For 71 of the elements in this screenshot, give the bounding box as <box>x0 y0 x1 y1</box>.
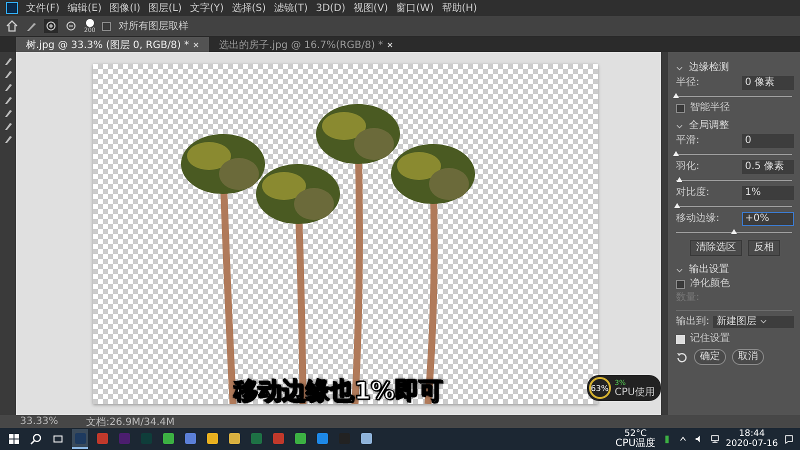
zoom-level-text: 33.33% <box>20 416 58 427</box>
menu-item[interactable]: 编辑(E) <box>68 1 102 15</box>
caret-icon <box>760 319 767 324</box>
sample-all-layers-label: 对所有图层取样 <box>118 20 188 33</box>
slider-thumb[interactable] <box>673 93 679 98</box>
caret-icon[interactable] <box>678 434 688 444</box>
clock-time: 18:44 <box>738 429 765 439</box>
menu-item[interactable]: 选择(S) <box>232 1 266 15</box>
slider-label: 羽化: <box>676 161 700 173</box>
slider-thumb[interactable] <box>676 177 682 182</box>
search-icon[interactable] <box>30 433 42 445</box>
cpu-usage-reading: 63% <box>588 377 611 399</box>
temperature-text: 52°C <box>624 429 647 439</box>
notification-icon[interactable] <box>784 434 794 444</box>
menu-item[interactable]: 图层(L) <box>148 1 182 15</box>
windows-start-icon[interactable] <box>8 433 20 445</box>
panel-button[interactable]: 反相 <box>748 240 780 256</box>
task-view-icon[interactable] <box>52 433 64 445</box>
checkbox-label: 净化颜色 <box>690 278 730 290</box>
close-icon[interactable] <box>193 42 200 48</box>
clock-date: 2020-07-16 <box>726 439 778 449</box>
panel-button[interactable]: 清除选区 <box>690 240 742 256</box>
menu-item[interactable]: 3D(D) <box>316 2 346 14</box>
dialog-button[interactable]: 取消 <box>732 349 764 365</box>
network-icon[interactable] <box>710 434 720 444</box>
value-field[interactable]: 1% <box>742 186 794 200</box>
section-title: 输出设置 <box>689 264 729 276</box>
temperature-label: CPU温度 <box>615 439 656 449</box>
output-dropdown[interactable]: 新建图层 <box>713 316 794 328</box>
section-title: 全局调整 <box>689 120 729 132</box>
value-field[interactable]: 0.5 像素 <box>742 160 794 174</box>
checkbox[interactable] <box>676 280 685 288</box>
dialog-button[interactable]: 确定 <box>694 349 726 365</box>
brush-icon[interactable] <box>25 20 37 32</box>
value-field[interactable]: +0% <box>742 212 794 226</box>
slider-label: 对比度: <box>676 187 710 199</box>
chevron-icon[interactable] <box>676 66 683 70</box>
section-title: 边缘检测 <box>689 62 729 74</box>
menu-item[interactable]: 视图(V) <box>353 1 388 15</box>
document-size-text: 文档:26.9M/34.4M <box>86 416 175 428</box>
value-field[interactable]: 0 像素 <box>742 76 794 90</box>
subtract-brush-icon[interactable] <box>65 20 77 32</box>
menu-item[interactable]: 图像(I) <box>110 1 140 15</box>
slider-label: 半径: <box>676 77 700 89</box>
menu-item[interactable]: 文件(F) <box>26 1 60 15</box>
slider-thumb[interactable] <box>731 229 737 234</box>
home-icon[interactable] <box>6 20 18 32</box>
value-field[interactable]: 0 <box>742 134 794 148</box>
checkbox-label: 智能半径 <box>690 102 730 114</box>
reset-icon[interactable] <box>676 351 688 363</box>
document-tab[interactable]: 树.jpg @ 33.3% (图层 0, RGB/8) * <box>16 37 210 52</box>
close-icon[interactable] <box>387 42 394 48</box>
menu-item[interactable]: 帮助(H) <box>442 1 478 15</box>
app-logo-icon <box>6 2 18 14</box>
taskbar-app[interactable] <box>72 429 88 449</box>
menu-item[interactable]: 窗口(W) <box>396 1 434 15</box>
chevron-icon[interactable] <box>676 124 683 128</box>
slider-label: 平滑: <box>676 135 700 147</box>
slider-thumb[interactable] <box>674 203 680 208</box>
checkbox-label: 记住设置 <box>690 333 730 345</box>
chevron-icon[interactable] <box>676 268 683 272</box>
menu-item[interactable]: 滤镜(T) <box>274 1 308 15</box>
checkbox[interactable] <box>676 104 685 112</box>
add-brush-icon[interactable] <box>44 19 58 33</box>
slider-label: 移动边缘: <box>676 213 720 225</box>
dropdown-label: 输出到: <box>676 316 710 328</box>
slider-thumb[interactable] <box>673 151 679 156</box>
menu-item[interactable]: 文字(Y) <box>190 1 224 15</box>
cpu-label: CPU使用 <box>614 388 655 398</box>
document-tab[interactable]: 选出的房子.jpg @ 16.7%(RGB/8) * <box>209 37 404 52</box>
checkbox[interactable] <box>102 22 112 30</box>
